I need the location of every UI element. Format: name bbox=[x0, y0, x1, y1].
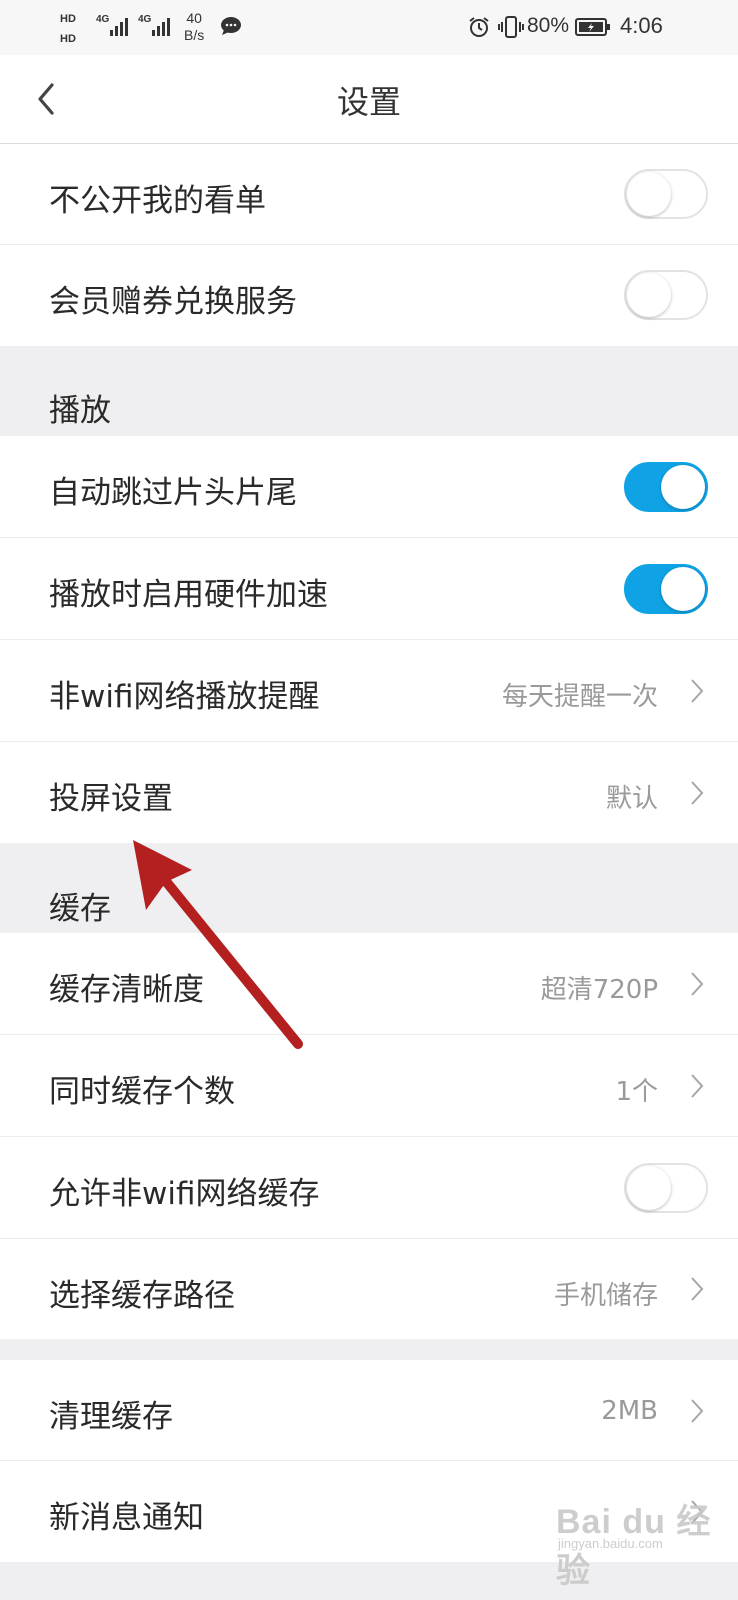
section-header-cache: 缓存 bbox=[0, 843, 738, 933]
hide-watchlist-toggle[interactable] bbox=[624, 169, 708, 219]
setting-label: 同时缓存个数 bbox=[49, 1074, 235, 1110]
baidu-watermark: Bai du 经验 jingyan.baidu.com bbox=[556, 1488, 726, 1590]
setting-value: 超清720P bbox=[540, 975, 658, 1005]
chevron-right-icon bbox=[691, 1277, 704, 1301]
setting-row-vip-coupon: 会员赠券兑换服务 bbox=[0, 245, 738, 346]
setting-label: 新消息通知 bbox=[49, 1500, 204, 1536]
battery-icon bbox=[575, 18, 610, 36]
clock: 4:06 bbox=[620, 13, 663, 38]
setting-row-cache-quality[interactable]: 缓存清晰度 超清720P bbox=[0, 933, 738, 1035]
toggle-knob bbox=[661, 567, 705, 611]
hd-label-1: HD bbox=[60, 13, 76, 25]
status-bar: HD HD 4G 4G 40 B/s 80% 4:06 bbox=[0, 0, 738, 55]
setting-label: 非wifi网络播放提醒 bbox=[49, 679, 320, 715]
setting-row-cast[interactable]: 投屏设置 默认 bbox=[0, 742, 738, 843]
setting-value: 默认 bbox=[605, 784, 658, 814]
setting-label: 播放时启用硬件加速 bbox=[49, 577, 328, 613]
signal-icon bbox=[110, 16, 130, 36]
hd-indicator: HD HD bbox=[60, 9, 76, 49]
chevron-right-icon bbox=[691, 972, 704, 996]
page-title: 设置 bbox=[336, 83, 401, 121]
alarm-icon bbox=[469, 17, 489, 37]
hd-label-2: HD bbox=[60, 33, 76, 45]
setting-label: 清理缓存 bbox=[49, 1399, 173, 1435]
non-wifi-cache-toggle[interactable] bbox=[624, 1163, 708, 1213]
hw-accel-toggle[interactable] bbox=[624, 564, 708, 614]
setting-label: 缓存清晰度 bbox=[49, 972, 204, 1008]
network-type-1: 4G bbox=[96, 14, 110, 25]
signal-icon-2 bbox=[152, 16, 172, 36]
speed-unit: B/s bbox=[184, 27, 205, 43]
setting-label: 会员赠券兑换服务 bbox=[49, 284, 297, 320]
speed-value: 40 bbox=[186, 10, 202, 26]
toggle-knob bbox=[627, 172, 671, 216]
section-header-play: 播放 bbox=[0, 346, 738, 436]
setting-row-clear-cache[interactable]: 清理缓存 2MB bbox=[0, 1360, 738, 1461]
message-icon bbox=[221, 17, 241, 35]
section-title: 播放 bbox=[49, 393, 111, 429]
section-title: 缓存 bbox=[49, 891, 111, 927]
battery-percent: 80% bbox=[527, 14, 570, 37]
setting-value: 2MB bbox=[601, 1396, 658, 1426]
chevron-right-icon bbox=[691, 679, 704, 703]
setting-row-concurrent[interactable]: 同时缓存个数 1个 bbox=[0, 1035, 738, 1137]
setting-label: 投屏设置 bbox=[49, 781, 173, 817]
title-bar: 设置 bbox=[0, 55, 738, 144]
setting-label: 选择缓存路径 bbox=[49, 1278, 235, 1314]
setting-row-non-wifi-cache: 允许非wifi网络缓存 bbox=[0, 1137, 738, 1239]
setting-row-hw-accel: 播放时启用硬件加速 bbox=[0, 538, 738, 640]
vip-coupon-toggle[interactable] bbox=[624, 270, 708, 320]
toggle-knob bbox=[661, 465, 705, 509]
toggle-knob bbox=[627, 273, 671, 317]
vibrate-icon bbox=[498, 16, 524, 38]
settings-screen: HD HD 4G 4G 40 B/s 80% 4:06 设置 不公开我的看单 会… bbox=[0, 0, 738, 1600]
setting-value: 1个 bbox=[615, 1077, 658, 1107]
setting-row-non-wifi-remind[interactable]: 非wifi网络播放提醒 每天提醒一次 bbox=[0, 640, 738, 742]
auto-skip-toggle[interactable] bbox=[624, 462, 708, 512]
setting-row-cache-path[interactable]: 选择缓存路径 手机储存 bbox=[0, 1239, 738, 1339]
setting-label: 不公开我的看单 bbox=[49, 183, 266, 219]
setting-row-auto-skip: 自动跳过片头片尾 bbox=[0, 436, 738, 538]
network-type-2: 4G bbox=[138, 14, 152, 25]
network-speed: 40 B/s bbox=[184, 10, 204, 44]
setting-label: 允许非wifi网络缓存 bbox=[49, 1176, 320, 1212]
watermark-sub: jingyan.baidu.com bbox=[558, 1536, 663, 1551]
chevron-right-icon bbox=[691, 781, 704, 805]
setting-label: 自动跳过片头片尾 bbox=[49, 475, 297, 511]
setting-value: 手机储存 bbox=[553, 1281, 658, 1311]
toggle-knob bbox=[627, 1166, 671, 1210]
chevron-right-icon bbox=[691, 1074, 704, 1098]
setting-value: 每天提醒一次 bbox=[501, 682, 658, 712]
setting-row-hide-watchlist: 不公开我的看单 bbox=[0, 144, 738, 245]
chevron-right-icon bbox=[691, 1399, 704, 1423]
